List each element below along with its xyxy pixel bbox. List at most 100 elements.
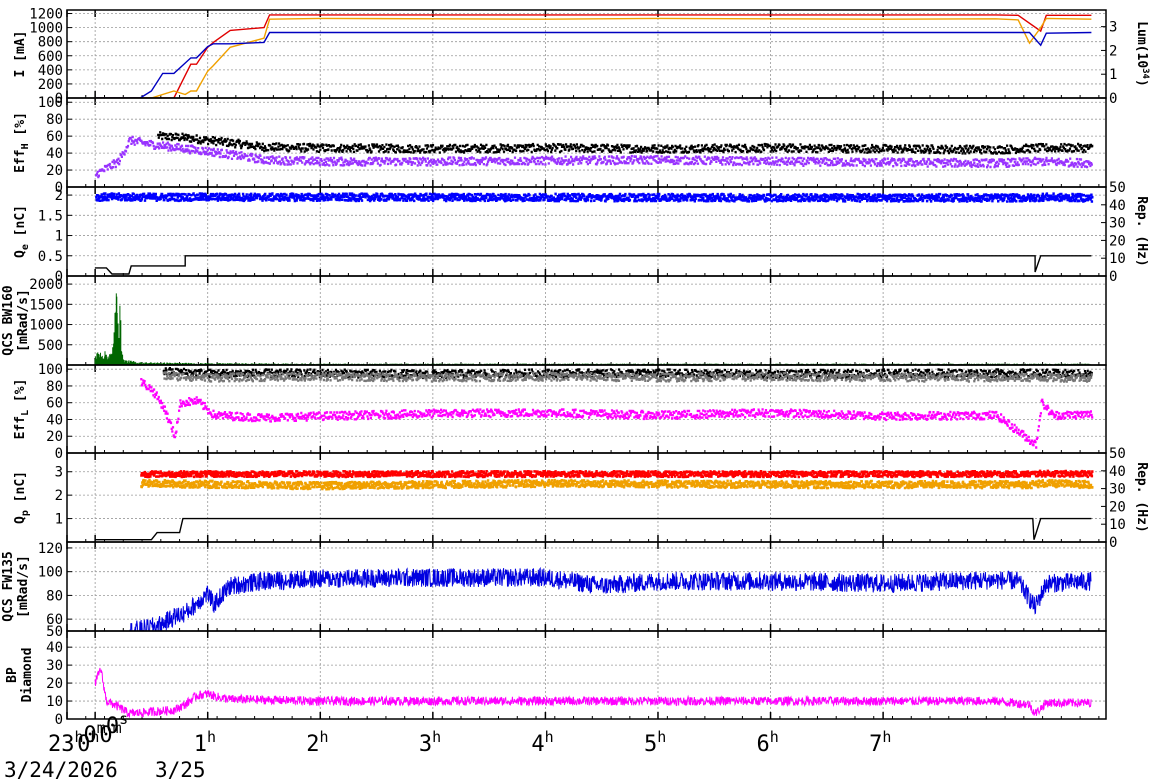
x-tick-label: 4h	[531, 728, 553, 757]
date-label: 3/25	[155, 758, 206, 782]
panel-current: 0200400600800100012000123 Lum(1034)I [mA]	[13, 7, 1150, 107]
right-y-tick-label: 30	[1109, 482, 1126, 498]
y-tick-label: 500	[38, 338, 63, 354]
y-tick-label: 2000	[29, 277, 63, 293]
series-qp-0	[140, 469, 1094, 479]
y-tick-label: 60	[46, 129, 63, 145]
right-y-tick-label: 10	[1109, 517, 1126, 533]
right-axis-label: Lum(1034)	[1134, 21, 1150, 87]
y-tick-label: 40	[46, 146, 63, 162]
y-axis-label: QCS FW135[mRad/s]	[1, 551, 31, 621]
panel-effl: 020406080100 EffL [%]	[13, 362, 1107, 462]
y-tick-label: 400	[38, 63, 63, 79]
y-tick-label: 1.5	[38, 208, 63, 224]
panel-frame	[66, 630, 1107, 720]
series-effl-2	[140, 378, 1094, 449]
y-tick-label: 2	[55, 188, 63, 204]
right-y-tick-label: 0	[1109, 535, 1117, 551]
y-tick-label: 20	[46, 163, 63, 179]
y-tick-label: 60	[46, 612, 63, 628]
right-y-tick-label: 0	[1109, 269, 1117, 285]
series-current-2	[95, 31, 1092, 98]
y-axis-label: BPDiamond	[5, 648, 35, 703]
y-axis-label: Qe [nC]	[13, 205, 31, 258]
y-tick-label: 1	[55, 512, 63, 528]
right-y-tick-label: 2	[1109, 43, 1117, 59]
y-tick-label: 0.5	[38, 249, 63, 265]
series-effh-0	[157, 131, 1094, 155]
right-y-tick-label: 50	[1109, 446, 1126, 462]
x-tick-label: 6h	[757, 728, 779, 757]
right-y-tick-label: 40	[1109, 464, 1126, 480]
x-axis-labels: 23h0m0s0h0m1h 2h 3h 4h 5h 6h 7h3/24/2026 3/25	[4, 710, 891, 782]
x-tick-label: 3h	[419, 728, 441, 757]
y-tick-label: 20	[46, 429, 63, 445]
y-axis-label: QCS BW160[mRad/s]	[1, 285, 31, 356]
y-tick-label: 200	[38, 77, 63, 93]
panel-series-group	[95, 192, 1094, 275]
y-tick-label: 600	[38, 49, 63, 65]
right-y-tick-label: 1	[1109, 67, 1117, 83]
series-qp-2	[95, 517, 1092, 541]
date-label: 3/24/2026	[4, 758, 118, 782]
right-y-tick-label: 40	[1109, 198, 1126, 214]
right-axis-label: Rep. (Hz)	[1134, 196, 1149, 266]
y-axis-label: EffH [%]	[13, 112, 31, 173]
panel-series-group	[140, 367, 1094, 449]
series-current-1	[95, 17, 1092, 98]
multi-panel-time-series-chart: 0200400600800100012000123 Lum(1034)I [mA]…	[1, 7, 1150, 782]
y-tick-label: 80	[46, 379, 63, 395]
y-tick-label: 1000	[29, 21, 63, 37]
x-tick-label: 1h	[194, 728, 216, 757]
y-tick-label: 40	[46, 640, 63, 656]
y-tick-label: 0	[55, 712, 63, 728]
right-y-tick-label: 50	[1109, 180, 1126, 196]
y-tick-label: 0	[55, 446, 63, 462]
right-axis-label: Rep. (Hz)	[1134, 462, 1149, 532]
y-tick-label: 10	[46, 694, 63, 710]
panel-qcs_bw160: 500 1000 1500 2000QCS BW160[mRad/s]	[1, 275, 1107, 366]
y-tick-label: 1500	[29, 297, 63, 313]
y-tick-label: 1	[55, 229, 63, 245]
y-tick-label: 80	[46, 112, 63, 128]
y-tick-label: 80	[46, 588, 63, 604]
right-y-tick-label: 0	[1109, 91, 1117, 107]
y-axis-label: EffL [%]	[13, 379, 31, 440]
panel-frame	[66, 275, 1107, 366]
panel-bp_diamond: 0 10 20 30 40 BPDiamond	[5, 630, 1107, 728]
y-tick-label: 30	[46, 658, 63, 674]
x-tick-label: 2h	[306, 728, 328, 757]
y-tick-label: 120	[38, 541, 63, 557]
y-tick-label: 1000	[29, 318, 63, 334]
y-tick-label: 3	[55, 465, 63, 481]
series-qe-1	[95, 255, 1092, 275]
y-tick-label: 40	[46, 412, 63, 428]
right-y-tick-label: 20	[1109, 499, 1126, 515]
y-tick-label: 100	[38, 95, 63, 111]
series-bp_diamond-0	[94, 667, 1092, 718]
right-y-tick-label: 10	[1109, 251, 1126, 267]
panel-effh: 020406080100EffH [%]	[13, 95, 1107, 196]
y-axis-label: Qp [nC]	[13, 471, 31, 524]
y-axis-label: I [mA]	[13, 31, 28, 78]
panel-qp: 12301020304050Rep. (Hz)Qp [nC]	[13, 446, 1149, 551]
x-tick-label: 5h	[644, 728, 666, 757]
y-tick-label: 100	[38, 362, 63, 378]
panel-qcs_fw135: 506080100120QCS FW135[mRad/s]	[1, 541, 1107, 640]
panel-qe: 00.511.5201020304050Rep. (Hz)Qe [nC]	[13, 180, 1149, 285]
right-y-tick-label: 3	[1109, 20, 1117, 36]
series-qp-1	[140, 478, 1094, 491]
panel-frame	[66, 9, 1107, 99]
y-tick-label: 20	[46, 676, 63, 692]
panel-frame	[66, 452, 1107, 543]
panel-series-group	[95, 469, 1094, 541]
y-tick-label: 2	[55, 488, 63, 504]
y-tick-label: 1200	[29, 7, 63, 23]
x-tick-label: 7h	[869, 728, 891, 757]
y-tick-label: 100	[38, 565, 63, 581]
right-y-tick-label: 20	[1109, 233, 1126, 249]
panel-series-group	[94, 667, 1092, 718]
y-tick-label: 800	[38, 35, 63, 51]
y-tick-label: 60	[46, 396, 63, 412]
right-y-tick-label: 30	[1109, 216, 1126, 232]
